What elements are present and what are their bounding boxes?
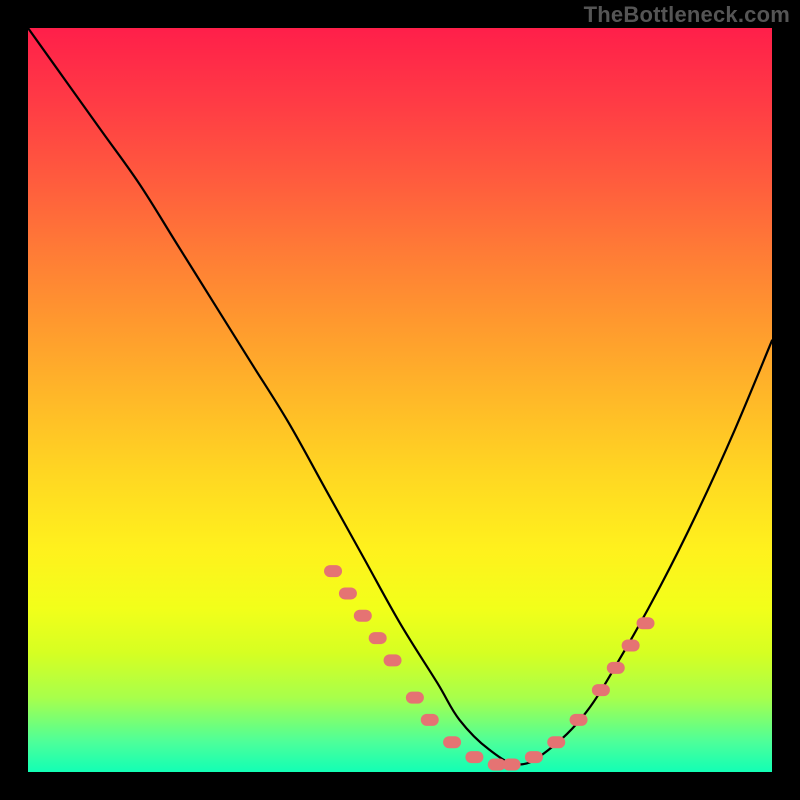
highlight-dot — [607, 662, 625, 674]
plot-area — [28, 28, 772, 772]
highlight-dot — [354, 610, 372, 622]
highlight-dot — [384, 654, 402, 666]
highlight-dot — [503, 759, 521, 771]
highlight-dot — [525, 751, 543, 763]
outer-frame: TheBottleneck.com — [0, 0, 800, 800]
highlight-dots — [28, 28, 772, 772]
highlight-dot — [592, 684, 610, 696]
highlight-dot — [443, 736, 461, 748]
highlight-dot — [406, 692, 424, 704]
highlight-dot — [339, 587, 357, 599]
highlight-dot — [570, 714, 588, 726]
highlight-dot — [421, 714, 439, 726]
watermark-text: TheBottleneck.com — [584, 2, 790, 28]
highlight-dot — [369, 632, 387, 644]
highlight-dot — [637, 617, 655, 629]
highlight-dot — [324, 565, 342, 577]
highlight-dot — [622, 640, 640, 652]
highlight-dot — [465, 751, 483, 763]
highlight-dot — [547, 736, 565, 748]
